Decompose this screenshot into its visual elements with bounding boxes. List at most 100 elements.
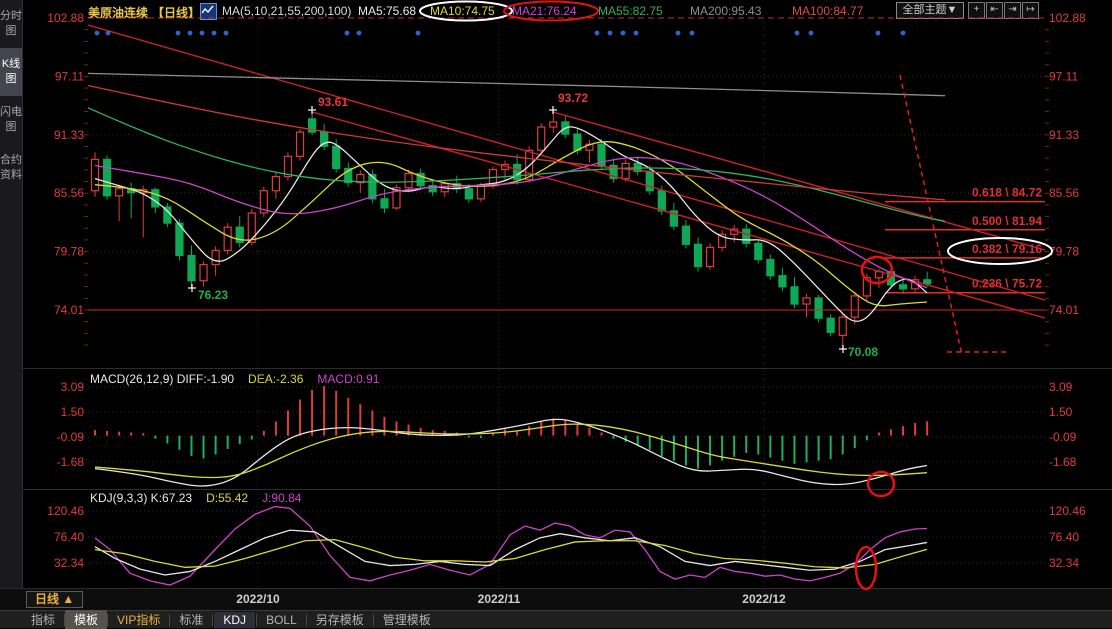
candle-body xyxy=(453,184,460,189)
event-dot xyxy=(416,31,421,36)
candle-body xyxy=(622,163,629,178)
candle-body xyxy=(839,317,846,335)
candle-body xyxy=(574,134,581,150)
fib-label: 0.236 \ 75.72 xyxy=(972,277,1042,291)
kdj-header-value: KDJ(9,3,3) K:67.23 xyxy=(90,491,192,505)
ma-value-label: MA200:95.43 xyxy=(690,4,761,18)
candle-body xyxy=(743,229,750,243)
candle-body xyxy=(393,188,400,208)
axis-tick-label: 76.40 xyxy=(54,530,84,544)
axis-tick-label: 97.11 xyxy=(55,69,84,83)
toolbar-tab-模板[interactable]: 模板 xyxy=(65,610,107,629)
candle-body xyxy=(598,144,605,165)
ma-value-label: MA55:82.75 xyxy=(598,4,663,18)
candle-body xyxy=(863,278,870,296)
sidebar-tab-闪电图[interactable]: 闪电图 xyxy=(0,96,22,144)
event-dot xyxy=(212,31,217,36)
toolbar-tab-VIP指标[interactable]: VIP指标 xyxy=(108,610,169,629)
candle-body xyxy=(550,122,557,127)
candle-body xyxy=(586,144,593,150)
ma-line-MA200 xyxy=(88,73,945,95)
chart-canvas[interactable]: 102.88102.8897.1197.1191.3391.3385.5685.… xyxy=(0,0,1112,628)
axis-tick-label: 1.50 xyxy=(61,405,85,419)
event-dot xyxy=(224,31,229,36)
toolbar-tab-指标[interactable]: 指标 xyxy=(22,610,64,629)
axis-tick-label: 76.40 xyxy=(1049,530,1079,544)
event-dot xyxy=(176,31,181,36)
toolbar-tab-标准[interactable]: 标准 xyxy=(170,610,212,629)
event-dot xyxy=(95,31,100,36)
candle-body xyxy=(405,174,412,188)
ma-line-MA21 xyxy=(95,158,927,288)
kdj-k-line xyxy=(95,530,927,575)
event-dot xyxy=(188,31,193,36)
axis-tick-label: 74.01 xyxy=(1049,303,1079,317)
candle-body xyxy=(489,170,496,186)
candle-body xyxy=(887,272,894,285)
macd-header-value: MACD(26,12,9) DIFF:-1.90 xyxy=(90,372,234,386)
candle-body xyxy=(731,229,738,234)
sidebar-tab-K线图[interactable]: K线图 xyxy=(0,48,22,96)
candle-body xyxy=(284,156,291,176)
axis-tick-label: 120.46 xyxy=(1049,504,1086,518)
axis-tick-label: -0.09 xyxy=(57,430,85,444)
ma-value-label: MA21:76.24 xyxy=(512,4,577,18)
macd-header-value: MACD:0.91 xyxy=(317,372,379,386)
toolbar-tab-管理模板[interactable]: 管理模板 xyxy=(374,610,440,629)
candle-body xyxy=(381,199,388,208)
candle-body xyxy=(912,280,919,289)
period-selector-button[interactable]: 日线 ▲ xyxy=(26,591,83,608)
sidebar-tab-合约资料[interactable]: 合约资料 xyxy=(0,144,22,192)
theme-dropdown-button[interactable]: 全部主题▼ xyxy=(896,2,964,19)
candle-body xyxy=(610,165,617,178)
candle-body xyxy=(658,191,665,211)
candle-body xyxy=(128,189,135,193)
toolbar-tab-另存模板[interactable]: 另存模板 xyxy=(307,610,373,629)
axis-tick-label: 32.34 xyxy=(1049,556,1079,570)
crosshair-icon[interactable]: + xyxy=(968,2,985,19)
candle-body xyxy=(345,168,352,182)
event-dot xyxy=(595,31,600,36)
candle-body xyxy=(309,119,316,132)
compress-left-icon[interactable]: ⇤ xyxy=(986,2,1003,19)
candle-body xyxy=(815,298,822,318)
event-dot xyxy=(200,31,205,36)
axis-tick-label: -1.68 xyxy=(57,455,85,469)
fib-label: 0.500 \ 81.94 xyxy=(972,214,1042,228)
candle-body xyxy=(755,243,762,259)
extreme-price-label: 93.61 xyxy=(318,95,348,109)
event-dot xyxy=(690,31,695,36)
page-forward-icon[interactable]: ↦ xyxy=(1022,2,1039,19)
candle-body xyxy=(140,190,147,193)
candle-body xyxy=(236,227,243,242)
event-dot xyxy=(106,31,111,36)
candle-body xyxy=(188,255,195,280)
compress-right-icon[interactable]: ⇥ xyxy=(1004,2,1021,19)
toolbar-tab-BOLL[interactable]: BOLL xyxy=(257,612,306,628)
kdj-header-value: J:90.84 xyxy=(262,491,301,505)
axis-tick-label: 120.46 xyxy=(47,504,84,518)
period-tag: 【日线】 xyxy=(152,4,200,21)
axis-tick-label: 97.11 xyxy=(1049,69,1078,83)
candle-body xyxy=(272,177,279,191)
macd-header-value: DEA:-2.36 xyxy=(248,372,303,386)
candle-body xyxy=(767,260,774,276)
candle-body xyxy=(514,164,521,179)
ma-value-label: MA100:84.77 xyxy=(792,4,863,18)
macd-pane-header: MACD(26,12,9) DIFF:-1.90 DEA:-2.36 MACD:0.… xyxy=(90,372,379,386)
extreme-price-label: 76.23 xyxy=(198,288,228,302)
left-tab-bar: 分时图K线图闪电图合约资料 xyxy=(0,0,23,628)
kline-chart-icon[interactable] xyxy=(200,3,217,20)
candle-body xyxy=(526,150,533,179)
ma-line-MA100 xyxy=(88,86,945,200)
trend-line xyxy=(553,112,1045,250)
annotation-circle xyxy=(948,238,1052,264)
symbol-title: 美原油连续 xyxy=(88,4,148,21)
ma-value-label: MA10:74.75 xyxy=(430,4,495,18)
candle-body xyxy=(321,132,328,146)
ma-line-MA55 xyxy=(88,108,945,221)
fib-label: 0.618 \ 84.72 xyxy=(972,186,1042,200)
toolbar-tab-KDJ[interactable]: KDJ xyxy=(213,611,256,629)
candle-body xyxy=(646,172,653,191)
candle-body xyxy=(212,250,219,264)
